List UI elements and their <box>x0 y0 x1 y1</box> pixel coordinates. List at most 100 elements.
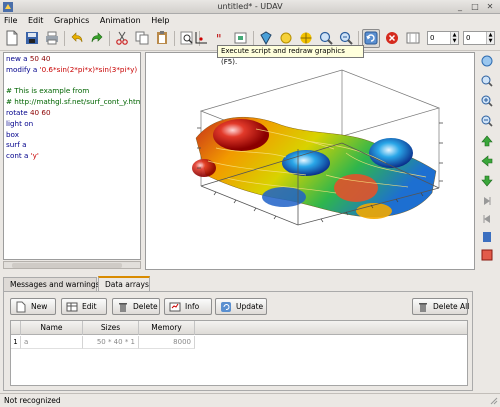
info-icon <box>169 302 181 312</box>
play-icon[interactable] <box>480 230 494 244</box>
script-line[interactable]: cont a 'y' <box>6 151 138 162</box>
zoom-out-side-icon[interactable] <box>480 114 494 128</box>
data-arrays-table[interactable]: Name Sizes Memory 1 a 50 * 40 * 1 8000 <box>10 320 468 386</box>
animation-icon[interactable] <box>405 30 421 46</box>
script-token: rotate <box>6 107 30 117</box>
table-row[interactable]: 1 a 50 * 40 * 1 8000 <box>11 336 467 349</box>
script-token: '0.6*sin(2*pi*x)*sin(3*pi*y) <box>39 64 138 74</box>
script-line[interactable]: light on <box>6 119 138 130</box>
maximize-icon[interactable]: □ <box>470 2 480 12</box>
edit-button[interactable]: Edit <box>61 298 107 315</box>
copy-icon[interactable] <box>134 30 150 46</box>
close-icon[interactable]: ✕ <box>485 2 495 12</box>
script-token: 'y' <box>30 151 39 161</box>
tab-messages-and-warnings[interactable]: Messages and warnings <box>3 277 100 291</box>
stop-icon[interactable] <box>384 30 400 46</box>
grid-icon[interactable] <box>298 30 314 46</box>
script-token: 40 60 <box>29 107 51 117</box>
script-editor[interactable]: new a 50 40 modify a '0.6*sin(2*pi*x)*sin… <box>3 52 141 260</box>
script-token: # http://mathgl.sf.net/surf_cont_y.html <box>6 97 141 107</box>
column-header-memory[interactable]: Memory <box>139 321 195 335</box>
stepper-arrows[interactable]: ▲ ▼ <box>486 32 494 44</box>
undo-icon[interactable] <box>69 30 85 46</box>
next-slide-icon[interactable] <box>480 194 494 208</box>
menu-edit[interactable]: Edit <box>28 14 44 27</box>
script-line[interactable]: rotate 40 60 <box>6 108 138 119</box>
copy-graphics-icon[interactable] <box>233 30 249 46</box>
new-document-icon[interactable] <box>4 30 20 46</box>
script-token: light on <box>6 118 34 128</box>
menu-file[interactable]: File <box>4 14 17 27</box>
script-line[interactable]: surf a <box>6 140 138 151</box>
quote-icon[interactable]: " <box>213 30 229 46</box>
rotate-phi-stepper[interactable]: 0 ▲ ▼ <box>463 31 495 45</box>
new-button[interactable]: New <box>10 298 56 315</box>
toolbar-separator <box>64 31 65 46</box>
move-left-icon[interactable] <box>480 154 494 168</box>
delete-all-button[interactable]: Delete All <box>412 298 469 315</box>
trash-icon <box>119 303 127 312</box>
script-line[interactable]: # This is example from <box>6 86 138 97</box>
info-button[interactable]: Info <box>164 298 212 315</box>
app-window: untitled* - UDAV _ □ ✕ File Edit Graphic… <box>0 0 500 407</box>
execute-redraw-icon[interactable] <box>362 29 380 48</box>
toolbar-separator <box>253 31 254 46</box>
menu-graphics[interactable]: Graphics <box>54 14 89 27</box>
paste-icon[interactable] <box>154 30 170 46</box>
graphics-canvas[interactable] <box>145 52 475 270</box>
cell-memory[interactable]: 8000 <box>139 336 195 349</box>
edit-button-label: Edit <box>82 302 97 311</box>
zoom-icon[interactable] <box>480 74 494 88</box>
refresh-icon <box>221 302 231 312</box>
redo-icon[interactable] <box>89 30 105 46</box>
zoom-in-side-icon[interactable] <box>480 94 494 108</box>
delete-button-label: Delete <box>133 302 158 311</box>
surface-plot <box>192 69 443 226</box>
table-header: Name Sizes Memory <box>11 321 467 335</box>
column-header-name[interactable]: Name <box>21 321 83 335</box>
move-up-icon[interactable] <box>480 134 494 148</box>
update-button[interactable]: Update <box>215 298 267 315</box>
title-bar: untitled* - UDAV _ □ ✕ <box>0 0 500 14</box>
resize-grip-icon[interactable] <box>490 397 498 405</box>
axis-icon[interactable] <box>193 30 209 46</box>
script-token: box <box>6 129 19 139</box>
print-icon[interactable] <box>44 30 60 46</box>
cut-icon[interactable] <box>114 30 130 46</box>
menu-animation[interactable]: Animation <box>100 14 141 27</box>
script-token: cont a <box>6 151 31 161</box>
minimize-icon[interactable]: _ <box>455 2 465 12</box>
script-token: 50 40 <box>29 54 51 63</box>
script-token: new a <box>6 54 30 63</box>
restore-view-icon[interactable] <box>480 248 494 262</box>
cell-name[interactable]: a <box>21 336 83 349</box>
prev-slide-icon[interactable] <box>480 212 494 226</box>
move-down-icon[interactable] <box>480 174 494 188</box>
menu-help[interactable]: Help <box>151 14 169 27</box>
editor-horizontal-scrollbar[interactable] <box>3 261 141 269</box>
status-text: Not recognized <box>4 396 61 405</box>
rotate-theta-stepper[interactable]: 0 ▲ ▼ <box>427 31 459 45</box>
surface <box>192 116 437 219</box>
new-document-icon <box>16 301 26 313</box>
scrollbar-thumb[interactable] <box>12 263 122 268</box>
row-index: 1 <box>11 336 21 349</box>
zoom-in-icon[interactable] <box>318 30 334 46</box>
alpha-icon[interactable] <box>258 30 274 46</box>
save-icon[interactable] <box>24 30 40 46</box>
pan-up-icon[interactable] <box>480 54 494 68</box>
menu-bar: File Edit Graphics Animation Help <box>0 14 500 27</box>
column-header-sizes[interactable]: Sizes <box>83 321 139 335</box>
script-line[interactable]: modify a '0.6*sin(2*pi*x)*sin(3*pi*y) <box>6 65 138 76</box>
script-line[interactable]: new a 50 40 <box>6 54 138 65</box>
zoom-out-icon[interactable] <box>338 30 354 46</box>
script-line[interactable] <box>6 76 138 87</box>
info-button-label: Info <box>185 302 200 311</box>
delete-button[interactable]: Delete <box>112 298 160 315</box>
cell-sizes[interactable]: 50 * 40 * 1 <box>83 336 139 349</box>
stepper-arrows[interactable]: ▲ ▼ <box>450 32 458 44</box>
script-line[interactable]: # http://mathgl.sf.net/surf_cont_y.html <box>6 97 141 108</box>
tab-data-arrays[interactable]: Data arrays <box>98 276 150 291</box>
light-icon[interactable] <box>278 30 294 46</box>
script-line[interactable]: box <box>6 130 138 141</box>
